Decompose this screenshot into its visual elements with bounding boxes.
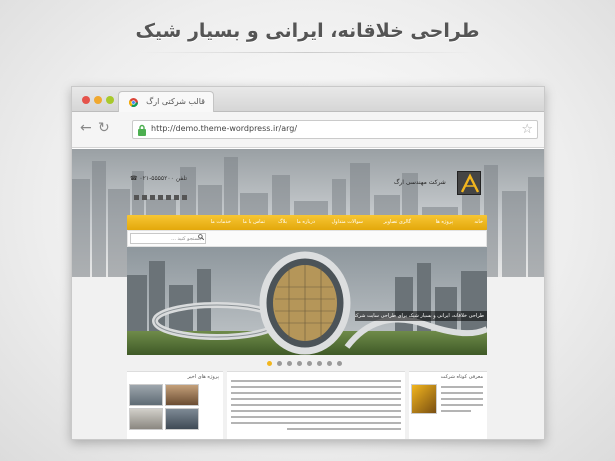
text-line <box>231 422 401 424</box>
logo-emblem-icon <box>460 173 480 193</box>
menu-item-services[interactable]: خدمات ما <box>211 219 231 225</box>
menu-item-faq[interactable]: سوالات متداول <box>331 219 363 225</box>
recent-projects-section: پروژه های اخیر <box>127 371 223 439</box>
company-intro-image[interactable] <box>411 384 437 414</box>
menu-item-contact[interactable]: تماس با ما <box>243 219 265 225</box>
article-text-section <box>227 371 405 439</box>
phone-number: ۰۲۱-۵۵۵۵۲۰۰ <box>139 175 174 182</box>
slider-caption: طراحی خلاقانه، ایرانی و بسیار شیک برای ط… <box>355 311 487 321</box>
chrome-logo-icon <box>129 98 138 107</box>
text-line <box>231 416 401 418</box>
recent-projects-title: پروژه های اخیر <box>187 374 219 380</box>
headline-divider <box>140 52 475 53</box>
menu-item-home[interactable]: خانه <box>474 219 483 225</box>
url-text: http://demo.theme-wordpress.ir/arg/ <box>151 124 298 133</box>
text-line <box>231 398 401 400</box>
image-slider[interactable]: طراحی خلاقانه، ایرانی و بسیار شیک برای ط… <box>127 247 487 355</box>
search-bar: جستجو کنید ... <box>127 230 487 247</box>
maximize-window-button[interactable] <box>106 96 114 104</box>
text-line <box>231 380 401 382</box>
project-thumbnail[interactable] <box>129 408 163 430</box>
slider-dot[interactable] <box>337 361 342 366</box>
text-line <box>441 398 483 400</box>
text-line <box>441 392 483 394</box>
minimize-window-button[interactable] <box>94 96 102 104</box>
menu-item-blog[interactable]: بلاگ <box>278 219 287 225</box>
text-line <box>287 428 401 430</box>
browser-window: قالب شرکتی ارگ ← ↻ http://demo.theme-wor… <box>71 86 545 440</box>
address-bar[interactable]: http://demo.theme-wordpress.ir/arg/ ☆ <box>132 120 538 139</box>
website-preview: شرکت مهندسی ارگ ☎ ۰۲۱-۵۵۵۵۲۰۰ تلفن خانه … <box>72 149 544 439</box>
slider-dot[interactable] <box>307 361 312 366</box>
project-thumbnail[interactable] <box>129 384 163 406</box>
text-line <box>231 404 401 406</box>
text-line <box>231 386 401 388</box>
bookmark-star-icon[interactable]: ☆ <box>521 122 533 137</box>
phone-icon: ☎ <box>130 175 138 182</box>
search-icon[interactable] <box>198 234 204 240</box>
slider-dot[interactable] <box>287 361 292 366</box>
back-arrow-icon[interactable]: ← <box>80 121 92 135</box>
menu-item-projects[interactable]: پروژه ها <box>436 219 453 225</box>
social-icons[interactable] <box>134 195 194 201</box>
menu-item-about[interactable]: درباره ما <box>297 219 315 225</box>
project-thumbnail[interactable] <box>165 408 199 430</box>
slider-dot[interactable] <box>297 361 302 366</box>
site-logo[interactable] <box>457 171 481 195</box>
browser-toolbar: ← ↻ http://demo.theme-wordpress.ir/arg/ … <box>72 112 544 148</box>
text-line <box>441 386 483 388</box>
slider-dot[interactable] <box>277 361 282 366</box>
company-intro-title: معرفی کوتاه شرکت <box>440 374 483 380</box>
headline: طراحی خلاقانه، ایرانی و بسیار شیک <box>135 20 480 42</box>
text-line <box>441 410 471 412</box>
reload-icon[interactable]: ↻ <box>98 121 110 135</box>
company-intro-section: معرفی کوتاه شرکت <box>409 371 487 439</box>
text-line <box>231 410 401 412</box>
tab-title: قالب شرکتی ارگ <box>146 97 205 106</box>
menu-item-gallery[interactable]: گالری تصاویر <box>383 219 411 225</box>
logo-tagline: شرکت مهندسی ارگ <box>394 179 446 186</box>
text-line <box>441 404 483 406</box>
text-line <box>231 392 401 394</box>
tab-bar: قالب شرکتی ارگ <box>72 87 544 112</box>
slider-dot[interactable] <box>317 361 322 366</box>
lock-icon <box>138 124 146 136</box>
slider-image <box>127 247 487 355</box>
main-menu: خانه پروژه ها گالری تصاویر سوالات متداول… <box>127 215 487 230</box>
browser-tab[interactable]: قالب شرکتی ارگ <box>118 91 214 112</box>
contact-info: ☎ ۰۲۱-۵۵۵۵۲۰۰ تلفن <box>130 175 187 182</box>
phone-label: تلفن <box>175 175 187 182</box>
project-thumbnail[interactable] <box>165 384 199 406</box>
close-window-button[interactable] <box>82 96 90 104</box>
search-input[interactable]: جستجو کنید ... <box>130 233 206 244</box>
slider-dot[interactable] <box>327 361 332 366</box>
slider-dot[interactable] <box>267 361 272 366</box>
